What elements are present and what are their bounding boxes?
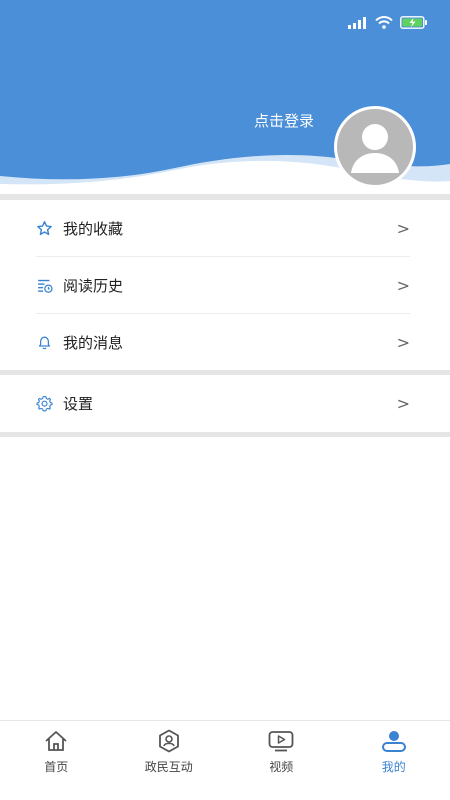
tab-home[interactable]: 首页: [0, 721, 113, 800]
tab-label: 我的: [381, 760, 406, 774]
menu-item-label: 设置: [63, 395, 94, 413]
section-separator: [0, 432, 450, 437]
star-icon: [36, 220, 53, 237]
gear-icon: [36, 395, 53, 412]
video-play-icon: [268, 729, 294, 753]
status-bar: [348, 15, 428, 31]
tab-video[interactable]: 视频: [225, 721, 338, 800]
profile-header: 点击登录: [0, 0, 450, 194]
tab-label: 政民互动: [144, 760, 193, 774]
menu-item-label: 阅读历史: [63, 277, 124, 295]
menu-item-messages[interactable]: 我的消息 >: [0, 314, 450, 371]
login-link[interactable]: 点击登录: [254, 110, 314, 131]
bottom-tab-bar: 首页 政民互动 视频 我的: [0, 720, 450, 800]
bell-icon: [36, 334, 53, 351]
chevron-right-icon: >: [396, 219, 410, 238]
avatar[interactable]: [334, 106, 416, 188]
menu-item-settings[interactable]: 设置 >: [0, 375, 450, 432]
battery-charging-icon: [400, 14, 428, 33]
home-icon: [43, 729, 69, 753]
chevron-right-icon: >: [396, 276, 410, 295]
user-icon: [381, 729, 407, 753]
menu-item-label: 我的消息: [63, 334, 124, 352]
history-list-icon: [36, 277, 53, 294]
user-silhouette-icon: [351, 124, 399, 173]
menu-group-settings: 设置 >: [0, 375, 450, 432]
menu-group-main: 我的收藏 > 阅读历史 > 我的消息 >: [0, 200, 450, 370]
tab-label: 视频: [269, 760, 294, 774]
menu-item-label: 我的收藏: [63, 220, 124, 238]
tab-mine[interactable]: 我的: [338, 721, 450, 800]
tab-label: 首页: [44, 760, 69, 774]
chevron-right-icon: >: [396, 333, 410, 352]
signal-icon: [348, 14, 368, 33]
menu-item-history[interactable]: 阅读历史 >: [0, 257, 450, 314]
menu-item-favorites[interactable]: 我的收藏 >: [0, 200, 450, 257]
hexagon-icon: [156, 729, 182, 753]
chevron-right-icon: >: [396, 394, 410, 413]
tab-interaction[interactable]: 政民互动: [113, 721, 226, 800]
profile-screen: 点击登录 我的收藏 > 阅读历史 > 我的消息 > 设置 > 首页 政民互动 视…: [0, 0, 450, 800]
wifi-icon: [375, 14, 393, 33]
